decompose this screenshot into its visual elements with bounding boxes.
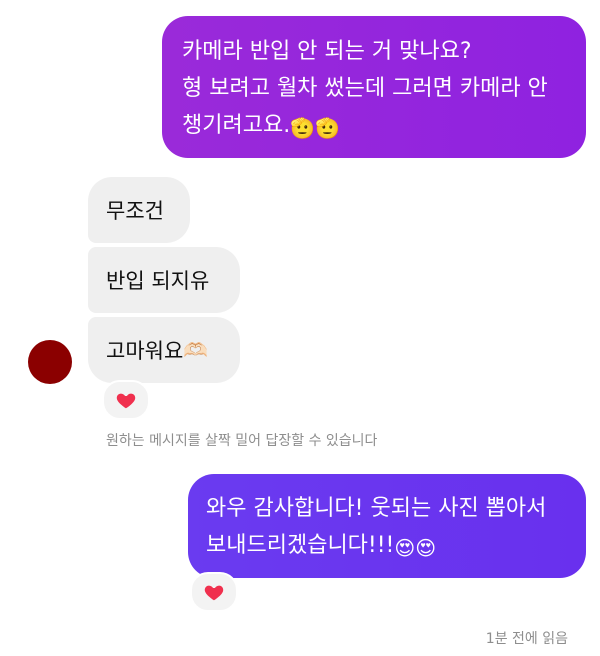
heart-icon xyxy=(204,585,224,601)
message-text: 반입 되지유 xyxy=(106,269,210,293)
heart-eyes-emoji: 😍😍 xyxy=(394,536,437,560)
incoming-message-2[interactable]: 반입 되지유 xyxy=(88,247,240,313)
message-line: 카메라 반입 안 되는 거 맞나요? xyxy=(182,39,472,64)
message-text: 고마워요 xyxy=(106,339,184,363)
message-line: 챙기려고요.🫡🫡 xyxy=(182,107,566,147)
heart-hands-emoji: 🫶🏻 xyxy=(183,338,209,362)
message-line: 형 보려고 월차 썼는데 그러면 카메라 안 xyxy=(182,76,548,101)
reaction-badge[interactable] xyxy=(102,380,150,420)
message-line: 보내드리겠습니다!!!😍😍 xyxy=(206,527,566,567)
avatar[interactable] xyxy=(28,340,72,384)
incoming-message-1[interactable]: 무조건 xyxy=(88,177,190,243)
message-line: 와우 감사합니다! 웃되는 사진 뽑아서 xyxy=(206,496,547,521)
salute-face-emoji: 🫡🫡 xyxy=(290,116,341,140)
reaction-badge[interactable] xyxy=(190,572,238,612)
outgoing-message-2[interactable]: 와우 감사합니다! 웃되는 사진 뽑아서 보내드리겠습니다!!!😍😍 xyxy=(188,474,586,578)
heart-icon xyxy=(116,393,136,409)
read-receipt: 1분 전에 읽음 xyxy=(485,631,568,647)
message-text: 무조건 xyxy=(106,199,164,223)
message-text: 보내드리겠습니다!!! xyxy=(206,533,395,558)
incoming-message-3[interactable]: 고마워요 🫶🏻 xyxy=(88,317,240,383)
outgoing-message-1[interactable]: 카메라 반입 안 되는 거 맞나요? 형 보려고 월차 썼는데 그러면 카메라 … xyxy=(162,16,586,158)
swipe-reply-hint: 원하는 메시지를 살짝 밀어 답장할 수 있습니다 xyxy=(106,433,378,449)
message-text: 챙기려고요. xyxy=(182,113,291,138)
